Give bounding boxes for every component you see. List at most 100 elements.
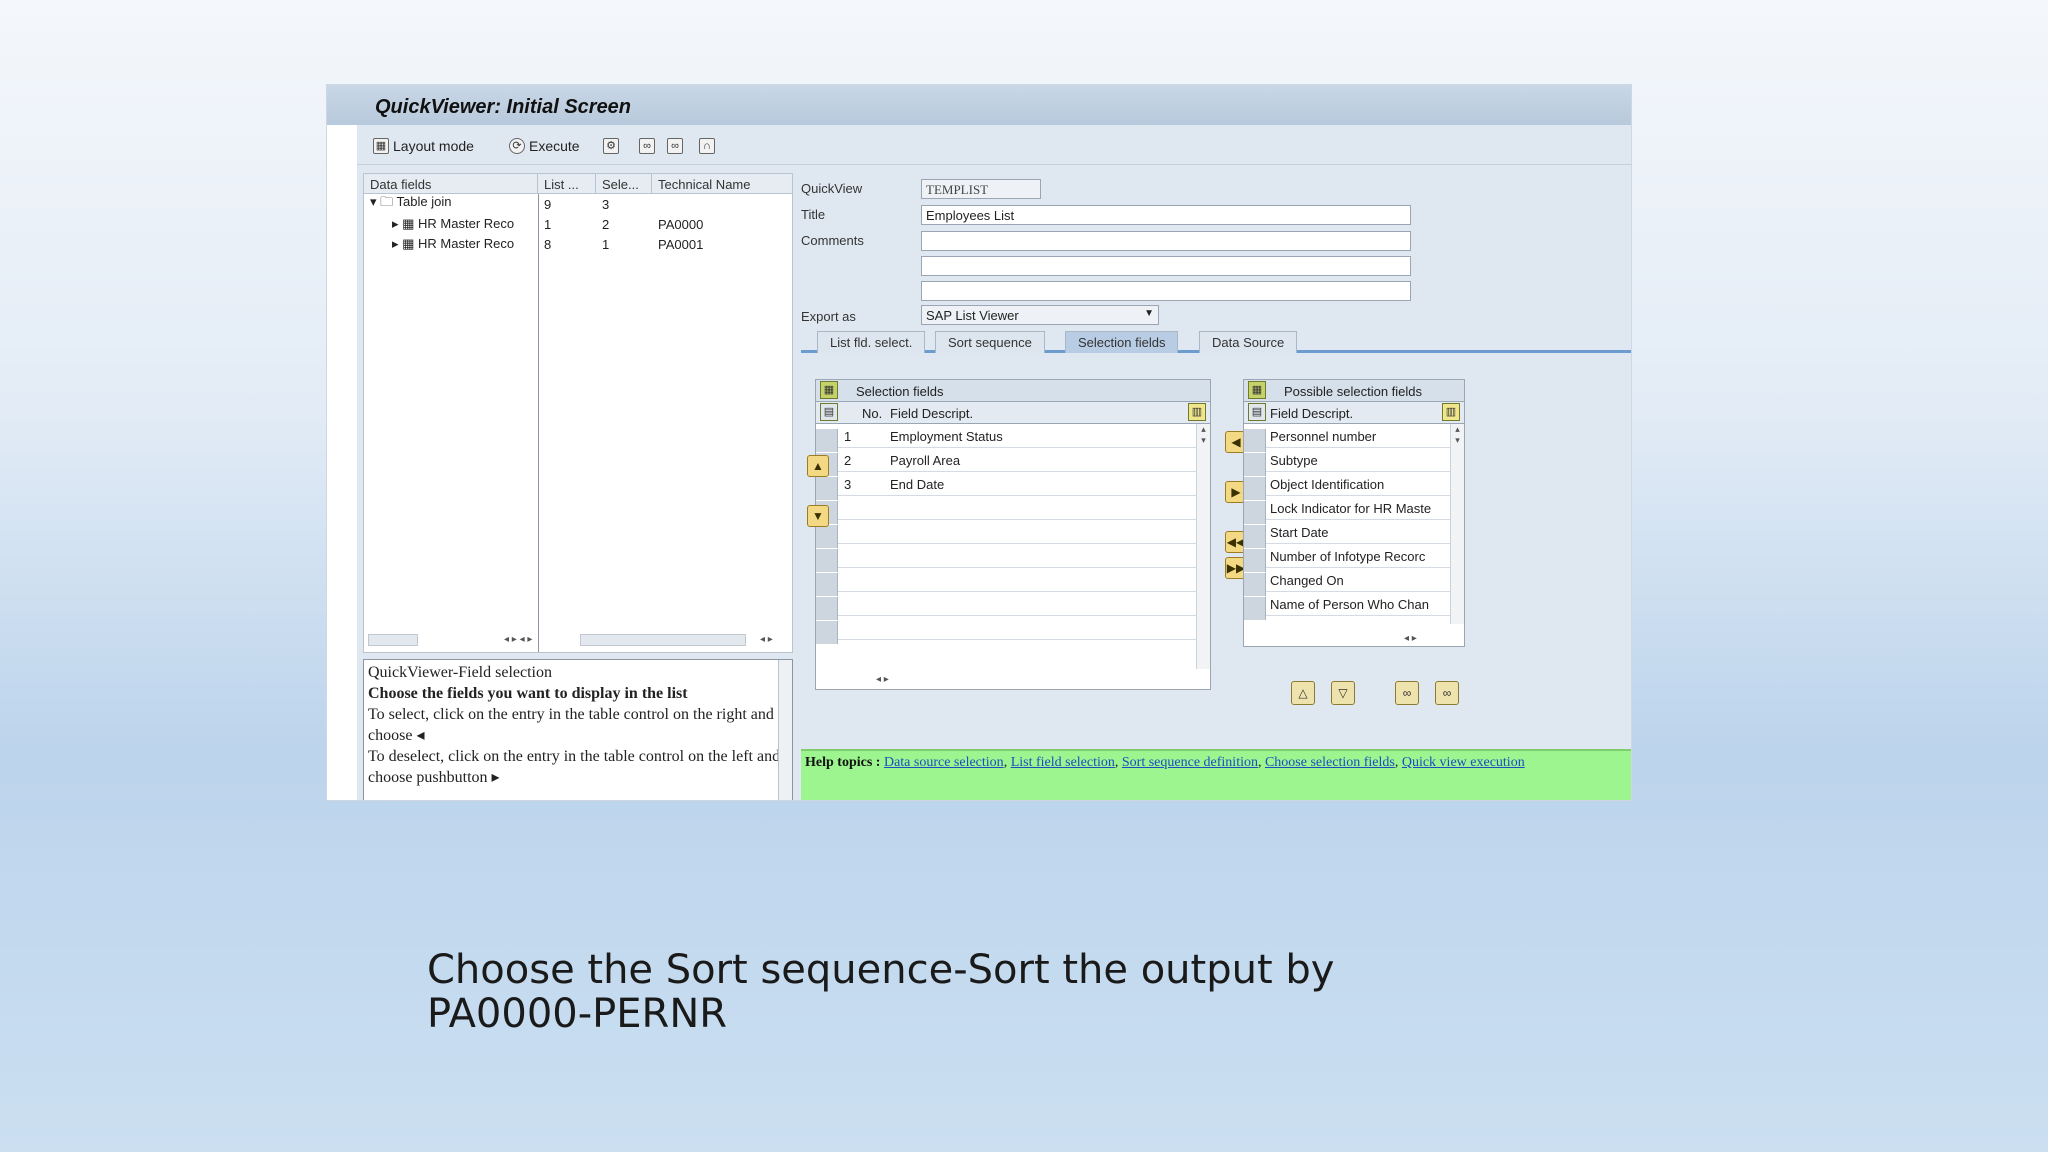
table-row[interactable] — [816, 568, 1210, 596]
settings-button[interactable]: ⚙ — [603, 135, 619, 157]
tab-selection-fields[interactable]: Selection fields — [1065, 331, 1179, 353]
tree-cell-list: 1 — [544, 216, 552, 232]
table-row[interactable] — [816, 616, 1210, 644]
help-link-selection-fields[interactable]: Choose selection fields — [1265, 755, 1395, 770]
help-deselect-text: To deselect, click on the entry in the t… — [368, 748, 781, 786]
list-item[interactable]: Start Date — [1244, 520, 1464, 548]
move-down-button[interactable]: ▼ — [807, 505, 829, 527]
layout-mode-button[interactable]: ▦ Layout mode — [373, 135, 474, 157]
table-row[interactable]: 3 End Date — [816, 472, 1210, 500]
move-up-button[interactable]: ▲ — [807, 455, 829, 477]
select-all-icon[interactable]: ▤ — [820, 403, 838, 421]
sort-ascending-button[interactable]: △ — [1291, 681, 1315, 705]
help-scrollbar[interactable] — [778, 660, 792, 800]
pane-splitter[interactable] — [793, 169, 801, 800]
table-row[interactable] — [816, 544, 1210, 572]
help-link-execution[interactable]: Quick view execution — [1402, 755, 1525, 770]
export-label: Export as — [801, 309, 856, 324]
sort-descending-button[interactable]: ▽ — [1331, 681, 1355, 705]
tree-col-technical-name[interactable]: Technical Name — [652, 174, 792, 193]
tree-node: ▾ 🗀 Table join — [370, 194, 452, 209]
col-no: No. — [862, 406, 883, 421]
list-item[interactable]: Name of Person Who Chan — [1244, 592, 1464, 620]
export-select[interactable]: SAP List Viewer ▼ — [921, 305, 1159, 325]
execute-button[interactable]: ⟳ Execute — [509, 135, 580, 157]
help-link-list-field[interactable]: List field selection — [1011, 755, 1115, 770]
data-fields-tree: Data fields List ... Sele... Technical N… — [363, 173, 793, 653]
column-config-icon[interactable]: ▥ — [1188, 403, 1206, 421]
selection-vertical-scrollbar[interactable]: ▴ ▾ — [1196, 424, 1210, 669]
list-item[interactable]: Personnel number — [1244, 424, 1464, 452]
tree-node-label: HR Master Reco — [418, 236, 515, 251]
tree-column-divider — [538, 194, 539, 652]
tree-col-sel[interactable]: Sele... — [596, 174, 652, 193]
list-item[interactable]: Number of Infotype Recorc — [1244, 544, 1464, 572]
comments-input-2[interactable] — [921, 256, 1411, 276]
triangle-down-icon: ▼ — [812, 509, 824, 523]
table-settings-icon[interactable]: ▦ — [1248, 381, 1266, 399]
field-selection-help: QuickViewer-Field selection Choose the f… — [363, 659, 793, 800]
selection-horizontal-scrollbar[interactable]: ◂ ▸ — [876, 674, 889, 685]
comments-input-1[interactable] — [921, 231, 1411, 251]
caption-line-2: PA0000-PERNR — [427, 991, 728, 1037]
binoculars-next-icon: ∞ — [667, 138, 683, 154]
table-settings-icon[interactable]: ▦ — [820, 381, 838, 399]
tree-col-list[interactable]: List ... — [538, 174, 596, 193]
help-subtitle: Choose the fields you want to display in… — [368, 685, 688, 702]
help-link-data-source[interactable]: Data source selection — [884, 755, 1004, 770]
help-topics-bar: Help topics : Data source selection, Lis… — [801, 749, 1631, 800]
tree-col-data-fields[interactable]: Data fields — [364, 174, 538, 193]
help-title: QuickViewer-Field selection — [368, 664, 552, 681]
window-left-margin — [327, 85, 357, 800]
possible-panel-header: ▤ Field Descript. ▥ — [1244, 402, 1464, 424]
headset-icon: ∩ — [699, 138, 715, 154]
tab-list-field-select[interactable]: List fld. select. — [817, 331, 926, 353]
comments-input-3[interactable] — [921, 281, 1411, 301]
table-row[interactable] — [816, 496, 1210, 524]
col-field-descript: Field Descript. — [890, 406, 974, 421]
title-input[interactable]: Employees List — [921, 205, 1411, 225]
find-field-button[interactable]: ∞ — [1395, 681, 1419, 705]
table-row[interactable]: 1 Employment Status — [816, 424, 1210, 452]
find-next-field-button[interactable]: ∞ — [1435, 681, 1459, 705]
sort-ascending-icon: △ — [1298, 686, 1308, 700]
possible-horizontal-scrollbar[interactable]: ◂ ▸ — [1404, 633, 1417, 644]
selection-panel-header: ▤ No. Field Descript. ▥ — [816, 402, 1210, 424]
tree-cell-sel: 2 — [602, 216, 610, 232]
tab-data-source[interactable]: Data Source — [1199, 331, 1298, 353]
possible-vertical-scrollbar[interactable]: ▴ ▾ — [1450, 424, 1464, 624]
binoculars-next-icon: ∞ — [1442, 686, 1452, 700]
window-title: QuickViewer: Initial Screen — [327, 85, 1631, 125]
tree-cell-tech: PA0001 — [658, 236, 704, 252]
find-next-button[interactable]: ∞ — [667, 135, 683, 157]
sap-window: QuickViewer: Initial Screen ▦ Layout mod… — [326, 84, 1632, 801]
column-config-icon[interactable]: ▥ — [1442, 403, 1460, 421]
tree-node-label: Table join — [396, 194, 452, 209]
list-item[interactable]: Subtype — [1244, 448, 1464, 476]
help-link-sort-sequence[interactable]: Sort sequence definition — [1122, 755, 1258, 770]
tree-horizontal-scrollbar[interactable]: ◂ ▸ ◂ ▸ ◂ ▸ — [364, 634, 792, 648]
tree-cell-sel: 3 — [602, 196, 610, 212]
table-row[interactable] — [816, 520, 1210, 548]
find-button[interactable]: ∞ — [639, 135, 655, 157]
quickview-label: QuickView — [801, 181, 863, 196]
list-item[interactable]: Changed On — [1244, 568, 1464, 596]
tree-row-table-join[interactable]: ▾ 🗀 Table join 9 3 — [364, 194, 792, 214]
tree-cell-list: 9 — [544, 196, 552, 212]
list-item[interactable]: Lock Indicator for HR Maste — [1244, 496, 1464, 524]
tab-sort-sequence[interactable]: Sort sequence — [935, 331, 1045, 353]
tree-header: Data fields List ... Sele... Technical N… — [364, 174, 792, 194]
tree-row-pa0001[interactable]: ▸ ▦ HR Master Reco 8 1 PA0001 — [364, 234, 792, 254]
triangle-left-icon: ◀ — [1231, 435, 1241, 449]
tree-node: ▸ ▦ HR Master Reco — [392, 236, 515, 251]
tree-row-pa0000[interactable]: ▸ ▦ HR Master Reco 1 2 PA0000 — [364, 214, 792, 234]
select-all-icon[interactable]: ▤ — [1248, 403, 1266, 421]
quickview-field: TEMPLIST — [921, 179, 1041, 199]
help-select-text: To select, click on the entry in the tab… — [368, 706, 774, 744]
possible-panel-title: ▦ Possible selection fields — [1244, 380, 1464, 402]
execute-label: Execute — [529, 138, 580, 154]
table-row[interactable]: 2 Payroll Area — [816, 448, 1210, 476]
help-button[interactable]: ∩ — [699, 135, 715, 157]
table-row[interactable] — [816, 592, 1210, 620]
list-item[interactable]: Object Identification — [1244, 472, 1464, 500]
